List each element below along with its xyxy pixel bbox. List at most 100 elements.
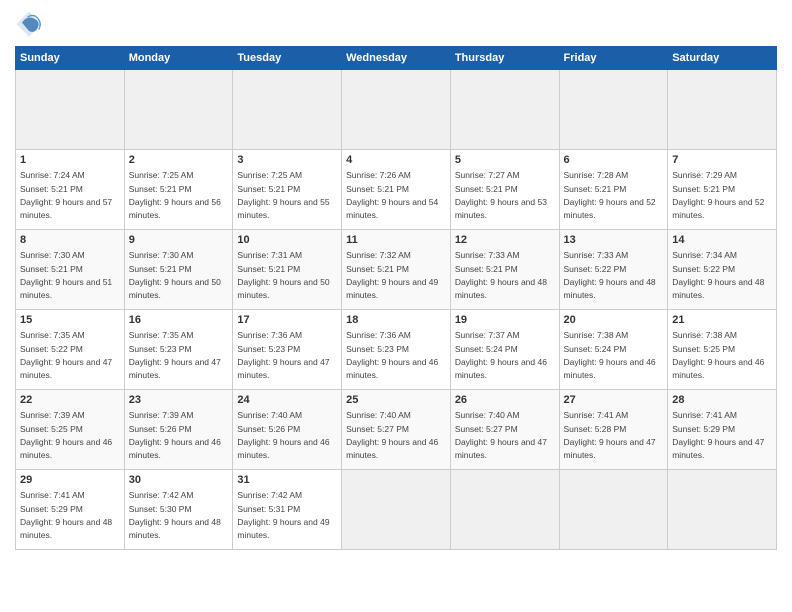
day-number: 3 bbox=[237, 153, 337, 168]
table-row bbox=[450, 70, 559, 150]
table-row bbox=[450, 470, 559, 550]
day-info: Sunrise: 7:33 AMSunset: 5:22 PMDaylight:… bbox=[564, 250, 656, 300]
day-info: Sunrise: 7:26 AMSunset: 5:21 PMDaylight:… bbox=[346, 170, 438, 220]
day-info: Sunrise: 7:38 AMSunset: 5:24 PMDaylight:… bbox=[564, 330, 656, 380]
logo-icon bbox=[15, 10, 43, 38]
table-row: 27 Sunrise: 7:41 AMSunset: 5:28 PMDaylig… bbox=[559, 390, 668, 470]
day-info: Sunrise: 7:36 AMSunset: 5:23 PMDaylight:… bbox=[237, 330, 329, 380]
day-info: Sunrise: 7:30 AMSunset: 5:21 PMDaylight:… bbox=[129, 250, 221, 300]
table-row bbox=[16, 70, 125, 150]
day-number: 23 bbox=[129, 393, 229, 408]
table-row: 7 Sunrise: 7:29 AMSunset: 5:21 PMDayligh… bbox=[668, 150, 777, 230]
table-row: 2 Sunrise: 7:25 AMSunset: 5:21 PMDayligh… bbox=[124, 150, 233, 230]
table-row bbox=[559, 70, 668, 150]
day-info: Sunrise: 7:42 AMSunset: 5:30 PMDaylight:… bbox=[129, 490, 221, 540]
table-row: 14 Sunrise: 7:34 AMSunset: 5:22 PMDaylig… bbox=[668, 230, 777, 310]
table-row: 23 Sunrise: 7:39 AMSunset: 5:26 PMDaylig… bbox=[124, 390, 233, 470]
table-row: 21 Sunrise: 7:38 AMSunset: 5:25 PMDaylig… bbox=[668, 310, 777, 390]
table-row: 1 Sunrise: 7:24 AMSunset: 5:21 PMDayligh… bbox=[16, 150, 125, 230]
calendar-header-row: Sunday Monday Tuesday Wednesday Thursday… bbox=[16, 47, 777, 70]
table-row: 8 Sunrise: 7:30 AMSunset: 5:21 PMDayligh… bbox=[16, 230, 125, 310]
day-number: 6 bbox=[564, 153, 664, 168]
col-sunday: Sunday bbox=[16, 47, 125, 70]
calendar-week-row: 22 Sunrise: 7:39 AMSunset: 5:25 PMDaylig… bbox=[16, 390, 777, 470]
col-friday: Friday bbox=[559, 47, 668, 70]
calendar-table: Sunday Monday Tuesday Wednesday Thursday… bbox=[15, 46, 777, 550]
table-row bbox=[342, 470, 451, 550]
col-saturday: Saturday bbox=[668, 47, 777, 70]
col-monday: Monday bbox=[124, 47, 233, 70]
table-row: 22 Sunrise: 7:39 AMSunset: 5:25 PMDaylig… bbox=[16, 390, 125, 470]
table-row bbox=[233, 70, 342, 150]
page: Sunday Monday Tuesday Wednesday Thursday… bbox=[0, 0, 792, 612]
day-info: Sunrise: 7:35 AMSunset: 5:22 PMDaylight:… bbox=[20, 330, 112, 380]
table-row: 29 Sunrise: 7:41 AMSunset: 5:29 PMDaylig… bbox=[16, 470, 125, 550]
table-row bbox=[668, 470, 777, 550]
day-info: Sunrise: 7:41 AMSunset: 5:29 PMDaylight:… bbox=[20, 490, 112, 540]
table-row: 9 Sunrise: 7:30 AMSunset: 5:21 PMDayligh… bbox=[124, 230, 233, 310]
table-row bbox=[559, 470, 668, 550]
day-number: 9 bbox=[129, 233, 229, 248]
day-info: Sunrise: 7:27 AMSunset: 5:21 PMDaylight:… bbox=[455, 170, 547, 220]
table-row: 5 Sunrise: 7:27 AMSunset: 5:21 PMDayligh… bbox=[450, 150, 559, 230]
calendar-week-row bbox=[16, 70, 777, 150]
table-row bbox=[124, 70, 233, 150]
day-info: Sunrise: 7:39 AMSunset: 5:25 PMDaylight:… bbox=[20, 410, 112, 460]
table-row: 31 Sunrise: 7:42 AMSunset: 5:31 PMDaylig… bbox=[233, 470, 342, 550]
day-number: 13 bbox=[564, 233, 664, 248]
day-info: Sunrise: 7:32 AMSunset: 5:21 PMDaylight:… bbox=[346, 250, 438, 300]
table-row: 6 Sunrise: 7:28 AMSunset: 5:21 PMDayligh… bbox=[559, 150, 668, 230]
day-number: 27 bbox=[564, 393, 664, 408]
day-info: Sunrise: 7:35 AMSunset: 5:23 PMDaylight:… bbox=[129, 330, 221, 380]
day-info: Sunrise: 7:30 AMSunset: 5:21 PMDaylight:… bbox=[20, 250, 112, 300]
day-info: Sunrise: 7:25 AMSunset: 5:21 PMDaylight:… bbox=[129, 170, 221, 220]
day-number: 20 bbox=[564, 313, 664, 328]
calendar-week-row: 29 Sunrise: 7:41 AMSunset: 5:29 PMDaylig… bbox=[16, 470, 777, 550]
day-number: 8 bbox=[20, 233, 120, 248]
calendar-week-row: 8 Sunrise: 7:30 AMSunset: 5:21 PMDayligh… bbox=[16, 230, 777, 310]
header bbox=[15, 10, 777, 38]
col-tuesday: Tuesday bbox=[233, 47, 342, 70]
day-info: Sunrise: 7:41 AMSunset: 5:28 PMDaylight:… bbox=[564, 410, 656, 460]
day-info: Sunrise: 7:31 AMSunset: 5:21 PMDaylight:… bbox=[237, 250, 329, 300]
day-info: Sunrise: 7:28 AMSunset: 5:21 PMDaylight:… bbox=[564, 170, 656, 220]
day-number: 15 bbox=[20, 313, 120, 328]
table-row: 26 Sunrise: 7:40 AMSunset: 5:27 PMDaylig… bbox=[450, 390, 559, 470]
day-number: 14 bbox=[672, 233, 772, 248]
day-info: Sunrise: 7:36 AMSunset: 5:23 PMDaylight:… bbox=[346, 330, 438, 380]
col-wednesday: Wednesday bbox=[342, 47, 451, 70]
table-row: 17 Sunrise: 7:36 AMSunset: 5:23 PMDaylig… bbox=[233, 310, 342, 390]
day-number: 16 bbox=[129, 313, 229, 328]
day-number: 30 bbox=[129, 473, 229, 488]
table-row: 4 Sunrise: 7:26 AMSunset: 5:21 PMDayligh… bbox=[342, 150, 451, 230]
day-info: Sunrise: 7:34 AMSunset: 5:22 PMDaylight:… bbox=[672, 250, 764, 300]
day-number: 11 bbox=[346, 233, 446, 248]
table-row: 20 Sunrise: 7:38 AMSunset: 5:24 PMDaylig… bbox=[559, 310, 668, 390]
day-info: Sunrise: 7:40 AMSunset: 5:26 PMDaylight:… bbox=[237, 410, 329, 460]
logo bbox=[15, 10, 47, 38]
calendar-week-row: 15 Sunrise: 7:35 AMSunset: 5:22 PMDaylig… bbox=[16, 310, 777, 390]
day-info: Sunrise: 7:42 AMSunset: 5:31 PMDaylight:… bbox=[237, 490, 329, 540]
day-info: Sunrise: 7:25 AMSunset: 5:21 PMDaylight:… bbox=[237, 170, 329, 220]
day-info: Sunrise: 7:33 AMSunset: 5:21 PMDaylight:… bbox=[455, 250, 547, 300]
day-number: 19 bbox=[455, 313, 555, 328]
table-row: 19 Sunrise: 7:37 AMSunset: 5:24 PMDaylig… bbox=[450, 310, 559, 390]
day-number: 1 bbox=[20, 153, 120, 168]
table-row: 28 Sunrise: 7:41 AMSunset: 5:29 PMDaylig… bbox=[668, 390, 777, 470]
day-info: Sunrise: 7:39 AMSunset: 5:26 PMDaylight:… bbox=[129, 410, 221, 460]
col-thursday: Thursday bbox=[450, 47, 559, 70]
day-info: Sunrise: 7:29 AMSunset: 5:21 PMDaylight:… bbox=[672, 170, 764, 220]
table-row: 15 Sunrise: 7:35 AMSunset: 5:22 PMDaylig… bbox=[16, 310, 125, 390]
day-info: Sunrise: 7:40 AMSunset: 5:27 PMDaylight:… bbox=[455, 410, 547, 460]
day-number: 29 bbox=[20, 473, 120, 488]
day-number: 26 bbox=[455, 393, 555, 408]
day-info: Sunrise: 7:41 AMSunset: 5:29 PMDaylight:… bbox=[672, 410, 764, 460]
day-number: 28 bbox=[672, 393, 772, 408]
day-info: Sunrise: 7:40 AMSunset: 5:27 PMDaylight:… bbox=[346, 410, 438, 460]
day-number: 25 bbox=[346, 393, 446, 408]
table-row: 3 Sunrise: 7:25 AMSunset: 5:21 PMDayligh… bbox=[233, 150, 342, 230]
table-row: 12 Sunrise: 7:33 AMSunset: 5:21 PMDaylig… bbox=[450, 230, 559, 310]
day-number: 17 bbox=[237, 313, 337, 328]
day-number: 24 bbox=[237, 393, 337, 408]
day-number: 21 bbox=[672, 313, 772, 328]
